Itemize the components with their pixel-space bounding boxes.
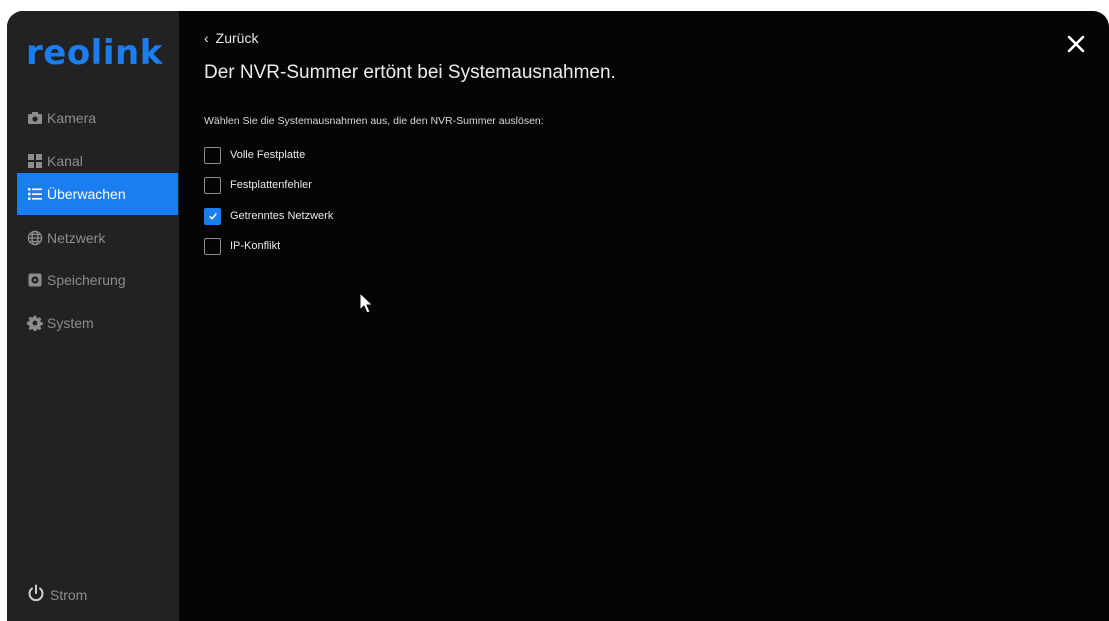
checkbox[interactable]: [204, 176, 221, 194]
checkbox-checked[interactable]: [204, 207, 221, 225]
list-icon: [27, 186, 43, 202]
back-label: Zurück: [215, 30, 259, 46]
sidebar-item-ueberwachen[interactable]: Überwachen: [17, 173, 178, 215]
option-getrenntes-netzwerk[interactable]: Getrenntes Netzwerk: [204, 207, 333, 225]
camera-icon: [27, 110, 43, 126]
sidebar-item-netzwerk[interactable]: Netzwerk: [17, 217, 178, 259]
sidebar-item-label: Kamera: [47, 110, 97, 126]
option-label: Festplattenfehler: [230, 179, 312, 191]
sidebar-item-speicherung[interactable]: Speicherung: [17, 259, 178, 301]
mouse-cursor-icon: [359, 292, 374, 314]
option-label: Volle Festplatte: [230, 149, 306, 161]
close-button[interactable]: [1065, 33, 1087, 55]
globe-icon: [27, 230, 43, 246]
sidebar-item-label: Kanal: [47, 153, 83, 169]
sidebar-item-label: Überwachen: [47, 186, 126, 202]
close-icon: [1067, 35, 1085, 53]
channel-grid-icon: [27, 153, 43, 169]
power-button[interactable]: Strom: [26, 583, 87, 606]
checkbox[interactable]: [204, 146, 221, 164]
sidebar: reolink Kamera Kanal Überwachen Netzwerk: [7, 11, 179, 621]
power-label: Strom: [50, 586, 88, 603]
main-panel: ‹ Zurück Der NVR-Summer ertönt bei Syste…: [179, 11, 1109, 621]
option-label: Getrenntes Netzwerk: [230, 210, 334, 222]
power-icon: [26, 583, 50, 606]
sidebar-item-system[interactable]: System: [17, 302, 178, 344]
checkbox[interactable]: [204, 237, 221, 255]
instruction-text: Wählen Sie die Systemausnahmen aus, die …: [204, 115, 544, 127]
option-festplattenfehler[interactable]: Festplattenfehler: [204, 176, 312, 194]
check-icon: [208, 213, 217, 220]
page-title: Der NVR-Summer ertönt bei Systemausnahme…: [204, 62, 616, 83]
option-ip-konflikt[interactable]: IP-Konflikt: [204, 237, 280, 255]
back-link[interactable]: ‹ Zurück: [204, 30, 258, 46]
app-window: reolink Kamera Kanal Überwachen Netzwerk: [7, 11, 1109, 621]
reolink-logo: reolink: [26, 33, 163, 73]
gear-icon: [27, 315, 43, 331]
sidebar-item-label: Speicherung: [47, 272, 126, 288]
sidebar-item-kamera[interactable]: Kamera: [17, 97, 178, 139]
sidebar-item-label: Netzwerk: [47, 230, 106, 246]
option-label: IP-Konflikt: [230, 240, 281, 252]
storage-icon: [27, 272, 43, 288]
chevron-left-icon: ‹: [204, 30, 209, 46]
option-volle-festplatte[interactable]: Volle Festplatte: [204, 146, 305, 164]
sidebar-item-label: System: [47, 315, 94, 331]
